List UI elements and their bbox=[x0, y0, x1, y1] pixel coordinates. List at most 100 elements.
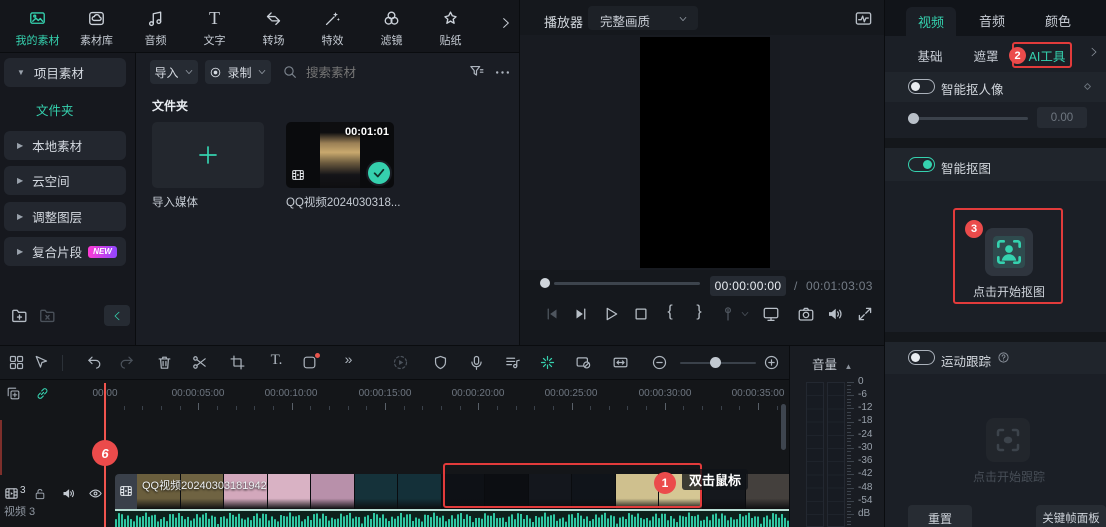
next-frame-icon[interactable] bbox=[572, 305, 590, 323]
subtab-ai-tools[interactable]: AI工具 bbox=[1019, 46, 1075, 65]
help-icon[interactable] bbox=[997, 351, 1010, 364]
text-tool-icon[interactable]: T. bbox=[268, 352, 285, 369]
fit-timeline-icon[interactable] bbox=[612, 354, 629, 371]
mark-in-icon[interactable]: { bbox=[661, 303, 679, 321]
mute-icon[interactable] bbox=[61, 486, 76, 501]
timeline-scrollbar-thumb[interactable] bbox=[781, 404, 786, 450]
play-icon[interactable] bbox=[602, 305, 620, 323]
cover-icon[interactable] bbox=[432, 354, 449, 371]
nav-label: 文字 bbox=[204, 32, 226, 48]
smart-tool-icon[interactable] bbox=[539, 354, 556, 371]
crop-icon[interactable] bbox=[229, 354, 246, 371]
ruler-tick bbox=[646, 406, 647, 410]
split-icon[interactable] bbox=[191, 354, 208, 371]
quality-dropdown[interactable]: 完整画质 bbox=[588, 6, 698, 30]
preview-quality-icon[interactable] bbox=[575, 354, 592, 371]
scrubber-track[interactable] bbox=[554, 282, 700, 285]
matting-strength-slider[interactable] bbox=[908, 117, 1028, 120]
subtab-more-chevron-icon[interactable] bbox=[1088, 46, 1100, 58]
tab-audio[interactable]: 音频 bbox=[967, 11, 1017, 30]
meter-tick bbox=[847, 491, 851, 492]
smart-matting-person-toggle[interactable] bbox=[908, 79, 935, 94]
delete-icon[interactable] bbox=[156, 354, 173, 371]
meter-title[interactable]: 音量 ▲ bbox=[812, 354, 852, 373]
scrubber-handle[interactable] bbox=[540, 278, 550, 288]
motion-tracking-toggle[interactable] bbox=[908, 350, 935, 365]
start-tracking-label: 点击开始跟踪 bbox=[945, 468, 1073, 485]
snapshot-icon[interactable] bbox=[797, 305, 815, 323]
nav-stickers[interactable]: 贴纸 bbox=[421, 0, 480, 52]
matting-strength-slider-handle[interactable] bbox=[908, 113, 919, 124]
voiceover-icon[interactable] bbox=[468, 354, 485, 371]
marker-icon[interactable] bbox=[719, 305, 737, 323]
subtab-basic[interactable]: 基础 bbox=[905, 46, 955, 65]
keyframe-panel-button[interactable]: 关键帧面板 bbox=[1036, 505, 1106, 527]
filter-icon bbox=[382, 9, 401, 28]
preview-render-icon[interactable] bbox=[392, 354, 409, 371]
start-matting-button[interactable] bbox=[985, 228, 1033, 276]
ruler-ticks[interactable] bbox=[0, 402, 789, 410]
nav-audio[interactable]: 音频 bbox=[126, 0, 185, 52]
redo-icon[interactable] bbox=[118, 354, 135, 371]
current-timecode[interactable]: 00:00:00:00 bbox=[710, 276, 786, 296]
tab-color[interactable]: 颜色 bbox=[1033, 11, 1083, 30]
link-icon[interactable] bbox=[35, 386, 50, 401]
sidebar-item-local-material[interactable]: ▶ 本地素材 bbox=[4, 131, 126, 160]
filmstrip-frame bbox=[485, 474, 529, 509]
previous-frame-icon[interactable] bbox=[543, 305, 561, 323]
sidebar-item-folder[interactable]: 文件夹 bbox=[36, 100, 74, 119]
tab-video[interactable]: 视频 bbox=[906, 7, 956, 36]
timeline-audio-strip[interactable] bbox=[115, 509, 789, 527]
nav-filters[interactable]: 滤镜 bbox=[362, 0, 421, 52]
undo-icon[interactable] bbox=[86, 354, 103, 371]
nav-transition[interactable]: 转场 bbox=[244, 0, 303, 52]
lock-icon[interactable] bbox=[33, 487, 47, 501]
music-list-icon[interactable] bbox=[504, 354, 521, 371]
nav-text[interactable]: T 文字 bbox=[185, 0, 244, 52]
collapse-sidebar-button[interactable] bbox=[104, 305, 130, 326]
stop-icon[interactable] bbox=[632, 305, 650, 323]
performance-monitor-icon[interactable] bbox=[854, 9, 873, 28]
more-options-icon[interactable] bbox=[494, 64, 511, 81]
layout-blocks-icon[interactable] bbox=[8, 354, 25, 371]
sidebar-item-project-material[interactable]: ▼ 项目素材 bbox=[4, 58, 126, 87]
marker-chevron-icon[interactable] bbox=[740, 309, 750, 319]
keyframe-diamond-icon[interactable] bbox=[1081, 80, 1094, 93]
more-tools-icon[interactable]: » bbox=[340, 351, 357, 368]
fullscreen-icon[interactable] bbox=[856, 305, 874, 323]
nav-more-chevron-icon[interactable] bbox=[499, 16, 513, 30]
meter-tick bbox=[847, 435, 854, 436]
meter-bar-right bbox=[827, 382, 845, 527]
smart-matting-toggle[interactable] bbox=[908, 157, 935, 172]
sidebar-item-adjust-layer[interactable]: ▶ 调整图层 bbox=[4, 202, 126, 231]
start-matting-label[interactable]: 点击开始抠图 bbox=[945, 283, 1073, 300]
add-to-track-icon[interactable] bbox=[6, 386, 21, 401]
delete-folder-icon[interactable] bbox=[38, 306, 57, 325]
volume-icon[interactable] bbox=[826, 305, 844, 323]
media-clip-thumbnail[interactable]: 00:01:01 bbox=[286, 122, 394, 188]
mirror-screen-icon[interactable] bbox=[762, 305, 780, 323]
matting-strength-value[interactable]: 0.00 bbox=[1037, 107, 1087, 128]
search-input[interactable] bbox=[304, 61, 428, 85]
filmstrip-frame bbox=[616, 474, 660, 509]
new-folder-icon[interactable] bbox=[10, 306, 29, 325]
visibility-icon[interactable] bbox=[88, 486, 103, 501]
record-button[interactable]: 录制 bbox=[205, 60, 271, 84]
zoom-in-icon[interactable] bbox=[763, 354, 780, 371]
subtab-mask[interactable]: 遮罩 bbox=[961, 46, 1011, 65]
sidebar-item-compound-clip[interactable]: ▶ 复合片段 NEW bbox=[4, 237, 126, 266]
import-button[interactable]: 导入 bbox=[150, 60, 198, 84]
nav-my-media[interactable]: 我的素材 bbox=[8, 0, 67, 52]
sidebar-item-cloud-space[interactable]: ▶ 云空间 bbox=[4, 166, 126, 195]
nav-media-library[interactable]: 素材库 bbox=[67, 0, 126, 52]
filter-funnel-icon[interactable] bbox=[468, 63, 485, 80]
new-badge: NEW bbox=[88, 246, 117, 258]
zoom-out-icon[interactable] bbox=[651, 354, 668, 371]
mark-out-icon[interactable]: } bbox=[690, 303, 708, 321]
nav-effects[interactable]: 特效 bbox=[303, 0, 362, 52]
top-nav: 我的素材 素材库 音频 T 文字 转场 特效 滤镜 贴纸 bbox=[0, 0, 519, 52]
timeline-zoom-slider-handle[interactable] bbox=[710, 357, 721, 368]
select-cursor-icon[interactable] bbox=[32, 354, 49, 371]
import-media-tile[interactable] bbox=[152, 122, 264, 188]
reset-button[interactable]: 重置 bbox=[908, 505, 972, 527]
